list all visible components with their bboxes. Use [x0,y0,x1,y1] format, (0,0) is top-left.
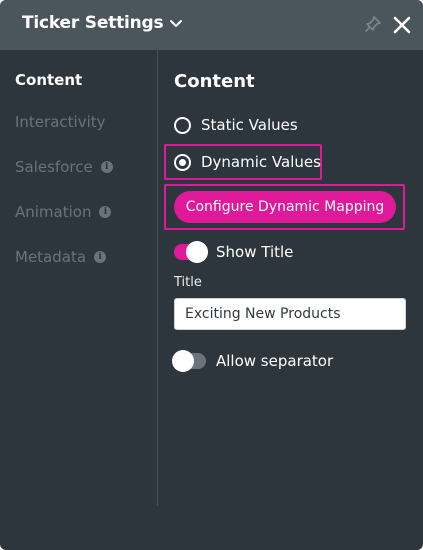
toggle-knob [172,350,194,372]
info-icon: i [94,251,107,263]
toggle-knob [186,241,208,263]
radio-label: Static Values [201,116,298,134]
chevron-down-icon [170,20,183,27]
panel-header: Ticker Settings [0,0,423,50]
sidebar-item-label: Content [15,71,83,89]
panel-title: Ticker Settings [22,13,164,33]
allow-separator-toggle[interactable] [172,350,206,372]
title-input[interactable] [174,298,406,330]
toggle-label: Show Title [216,243,294,261]
sidebar-item-content[interactable]: Content [15,71,82,89]
sidebar-item-label: Salesforce [15,158,93,176]
info-icon: i [100,161,113,173]
settings-dropdown[interactable]: Ticker Settings [22,13,183,33]
section-title: Content [174,71,255,92]
ticker-settings-panel: Ticker Settings Content Interactivity Sa… [0,0,423,550]
sidebar-item-label: Interactivity [15,113,106,131]
sidebar-item-interactivity[interactable]: Interactivity [15,113,106,131]
title-field-label: Title [174,275,202,290]
info-icon: i [99,206,112,218]
content-section: Content Static Values Dynamic Values Con… [158,50,423,550]
sidebar-item-label: Animation [15,203,92,221]
radio-button[interactable] [174,153,191,171]
radio-button[interactable] [174,116,191,134]
radio-selected-dot [179,158,186,166]
show-title-toggle[interactable] [174,241,208,263]
show-title-toggle-row[interactable]: Show Title [174,241,294,263]
radio-dynamic-values[interactable]: Dynamic Values [174,153,321,171]
radio-static-values[interactable]: Static Values [174,116,298,134]
allow-separator-toggle-row[interactable]: Allow separator [172,350,334,372]
radio-label: Dynamic Values [201,153,321,171]
configure-dynamic-mapping-button[interactable]: Configure Dynamic Mapping [174,191,396,223]
settings-sidebar: Content Interactivity Salesforce i Anima… [0,50,158,506]
close-icon[interactable] [391,14,413,36]
sidebar-item-label: Metadata [15,248,87,266]
sidebar-item-salesforce[interactable]: Salesforce i [15,158,113,176]
sidebar-item-animation[interactable]: Animation i [15,203,112,221]
pin-icon[interactable] [364,15,382,33]
toggle-label: Allow separator [216,352,334,370]
sidebar-item-metadata[interactable]: Metadata i [15,248,107,266]
